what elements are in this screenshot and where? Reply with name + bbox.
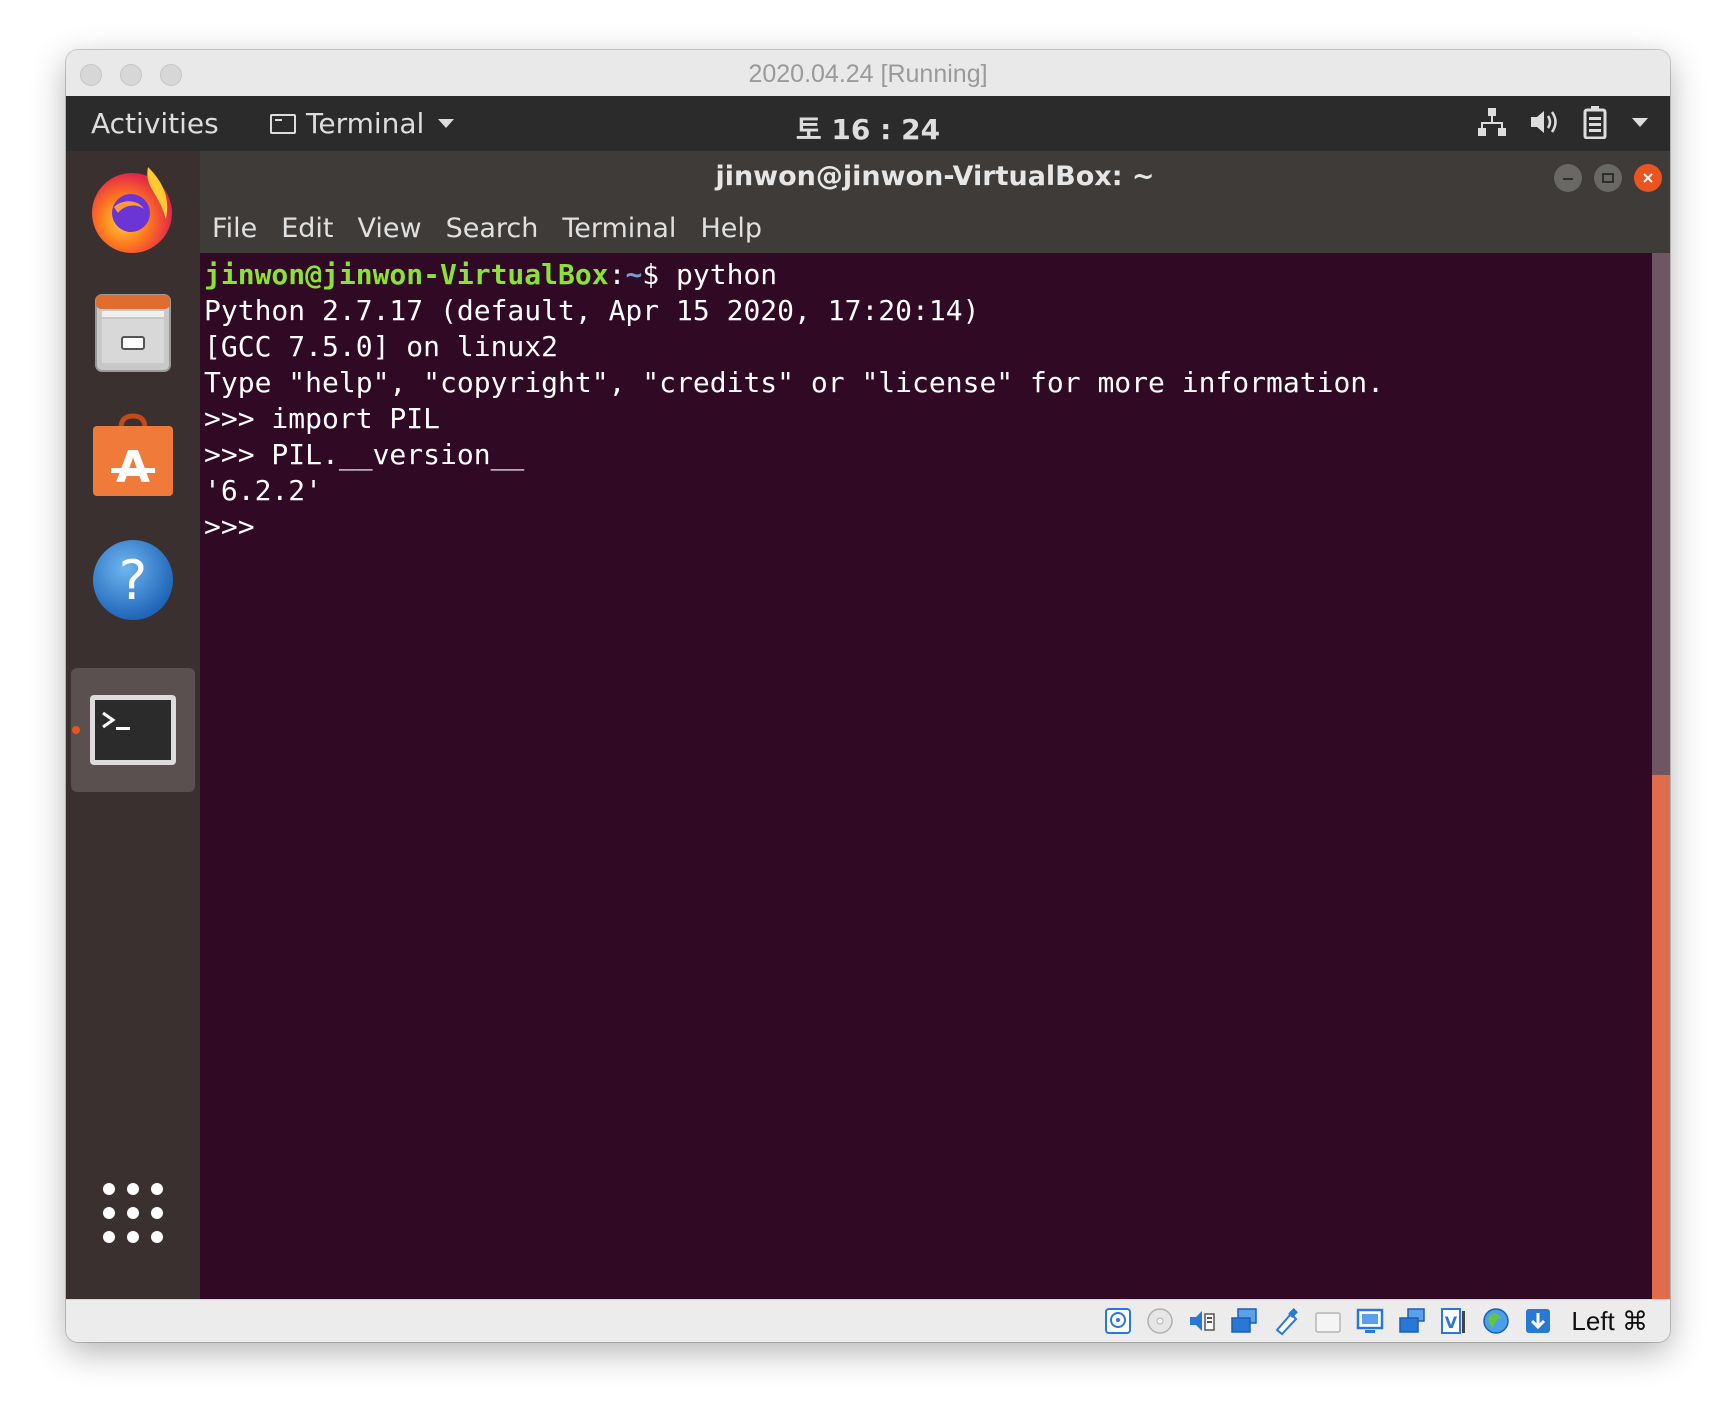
dock-show-applications[interactable] [86,1166,180,1260]
menu-terminal[interactable]: Terminal [562,205,676,253]
ubuntu-dock: A ? [66,151,200,1299]
output-line: [GCC 7.5.0] on linux2 [204,330,559,363]
maximize-icon [1602,173,1614,183]
terminal-title: jinwon@jinwon-VirtualBox: ~ [715,161,1155,192]
app-menu-terminal[interactable]: Terminal [270,107,455,140]
system-menu-chevron-icon[interactable] [1632,117,1648,127]
menu-file[interactable]: File [212,205,257,253]
software-center-icon: A [93,413,173,496]
menu-help[interactable]: Help [700,205,762,253]
host-titlebar: 2020.04.24 [Running] [66,50,1670,97]
output-line: Type "help", "copyright", "credits" or "… [204,366,1385,399]
dock-help[interactable]: ? [86,533,180,627]
guest-screen[interactable]: Activities Terminal 토 16 : 24 A ? jinwon… [66,96,1670,1299]
terminal-icon [90,695,176,765]
prompt-user: jinwon@jinwon-VirtualBox [204,258,609,291]
mouse-integration-icon[interactable] [1479,1304,1513,1338]
optical-drive-icon[interactable] [1143,1304,1177,1338]
dock-firefox[interactable] [86,161,180,255]
terminal-menubar: File Edit View Search Terminal Help [200,205,1670,253]
chevron-down-icon [438,119,455,128]
keyboard-capture-icon[interactable] [1521,1304,1555,1338]
close-button[interactable] [1634,164,1662,192]
prompt-path: ~ [625,258,643,291]
usb-icon[interactable] [1269,1304,1303,1338]
volume-icon[interactable] [1528,106,1562,138]
output-line: >>> [204,510,272,543]
app-menu-label: Terminal [306,107,425,140]
close-icon [1643,173,1653,183]
dock-files[interactable] [86,285,180,379]
menu-edit[interactable]: Edit [281,205,333,253]
terminal-scrollbar-thumb[interactable] [1652,775,1670,1299]
host-key-label: Left ⌘ [1571,1305,1648,1336]
menu-view[interactable]: View [357,205,421,253]
network-adapter-icon[interactable] [1227,1304,1261,1338]
output-line: >>> PIL.__version__ [204,438,525,471]
firefox-icon [92,167,172,253]
network-icon[interactable] [1476,106,1508,138]
virtualbox-status-bar: V Left ⌘ [66,1299,1670,1342]
display-icon[interactable] [1353,1304,1387,1338]
battery-icon[interactable] [1582,105,1608,139]
cpu-icon[interactable]: V [1437,1304,1471,1338]
prompt-colon: : [608,258,626,291]
host-window-title: 2020.04.24 [Running] [748,60,988,88]
svg-text:V: V [1445,1313,1458,1332]
svg-text:A: A [116,442,150,493]
dock-terminal[interactable] [86,683,180,777]
menu-search[interactable]: Search [446,205,539,253]
show-apps-icon [103,1183,163,1243]
output-line: >>> import PIL [204,402,441,435]
files-icon [95,294,171,372]
activities-button[interactable]: Activities [91,107,219,140]
video-capture-icon[interactable] [1395,1304,1429,1338]
prompt-command: $ python [642,258,778,291]
minimize-icon [1563,178,1573,180]
terminal-output[interactable]: jinwon@jinwon-VirtualBox:~$ python Pytho… [200,253,1652,1299]
svg-text:?: ? [119,549,148,612]
shared-folders-icon[interactable] [1311,1304,1345,1338]
terminal-headerbar[interactable]: jinwon@jinwon-VirtualBox: ~ [200,151,1670,205]
terminal-window: jinwon@jinwon-VirtualBox: ~ File Edit Vi… [200,151,1670,1299]
hard-disk-icon[interactable] [1101,1304,1135,1338]
output-line: '6.2.2' [204,474,323,507]
virtualbox-window: 2020.04.24 [Running] Activities Terminal… [66,50,1670,1342]
running-indicator [72,726,80,734]
prompt-line: jinwon@jinwon-VirtualBox:~$ python [204,257,1652,293]
dock-software-center[interactable]: A [86,409,180,503]
minimize-button[interactable] [1554,164,1582,192]
output-line: Python 2.7.17 (default, Apr 15 2020, 17:… [204,294,980,327]
help-icon: ? [93,540,173,620]
gnome-top-bar: Activities Terminal 토 16 : 24 [66,96,1670,151]
audio-icon[interactable] [1185,1304,1219,1338]
maximize-button[interactable] [1594,164,1622,192]
system-tray[interactable] [1476,105,1648,139]
terminal-small-icon [270,113,296,134]
